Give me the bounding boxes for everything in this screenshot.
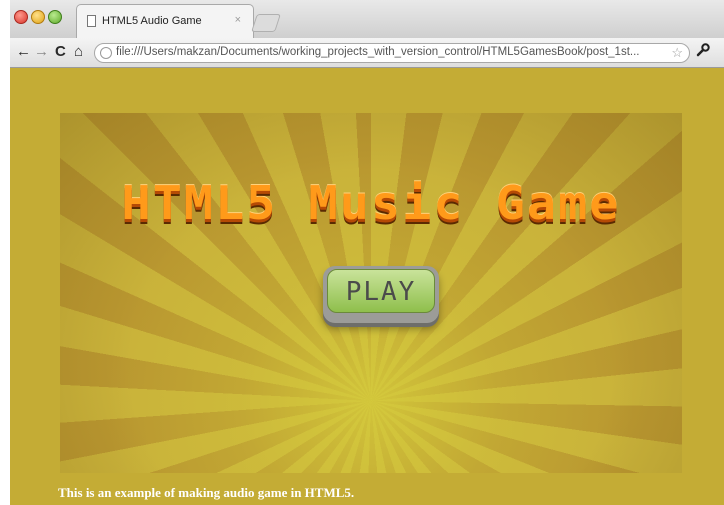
- tab-title: HTML5 Audio Game: [102, 15, 202, 27]
- wrench-menu-icon[interactable]: [696, 43, 710, 60]
- back-icon[interactable]: ←: [16, 43, 31, 61]
- forward-icon[interactable]: →: [34, 43, 49, 61]
- page-icon: [87, 15, 96, 27]
- tab-close-icon[interactable]: ×: [235, 14, 241, 26]
- close-window-icon[interactable]: [14, 10, 28, 24]
- tab-html5-audio-game[interactable]: HTML5 Audio Game ×: [76, 4, 254, 38]
- address-bar[interactable]: file:///Users/makzan/Documents/working_p…: [94, 43, 690, 63]
- reload-icon[interactable]: C: [55, 43, 66, 61]
- toolbar: ← → C ⌂ file:///Users/makzan/Documents/w…: [10, 38, 724, 68]
- game-title: HTML5 Music Game: [121, 176, 621, 230]
- bookmark-star-icon[interactable]: ☆: [671, 45, 683, 61]
- play-button[interactable]: PLAY: [323, 266, 439, 323]
- wrench-icon: [696, 43, 710, 57]
- page-caption: This is an example of making audio game …: [58, 485, 355, 500]
- browser-window: HTML5 Audio Game × ← → C ⌂ file:///Users…: [10, 0, 724, 505]
- address-url: file:///Users/makzan/Documents/working_p…: [116, 46, 640, 58]
- game-canvas[interactable]: HTML5 Music Game PLAY: [60, 113, 682, 473]
- home-icon[interactable]: ⌂: [74, 43, 83, 61]
- tab-strip: HTML5 Audio Game ×: [10, 0, 724, 38]
- minimize-window-icon[interactable]: [31, 10, 45, 24]
- play-button-label: PLAY: [345, 277, 417, 307]
- new-tab-button[interactable]: [251, 14, 281, 32]
- zoom-window-icon[interactable]: [48, 10, 62, 24]
- play-button-face: PLAY: [327, 269, 435, 313]
- page-info-icon[interactable]: [100, 47, 112, 59]
